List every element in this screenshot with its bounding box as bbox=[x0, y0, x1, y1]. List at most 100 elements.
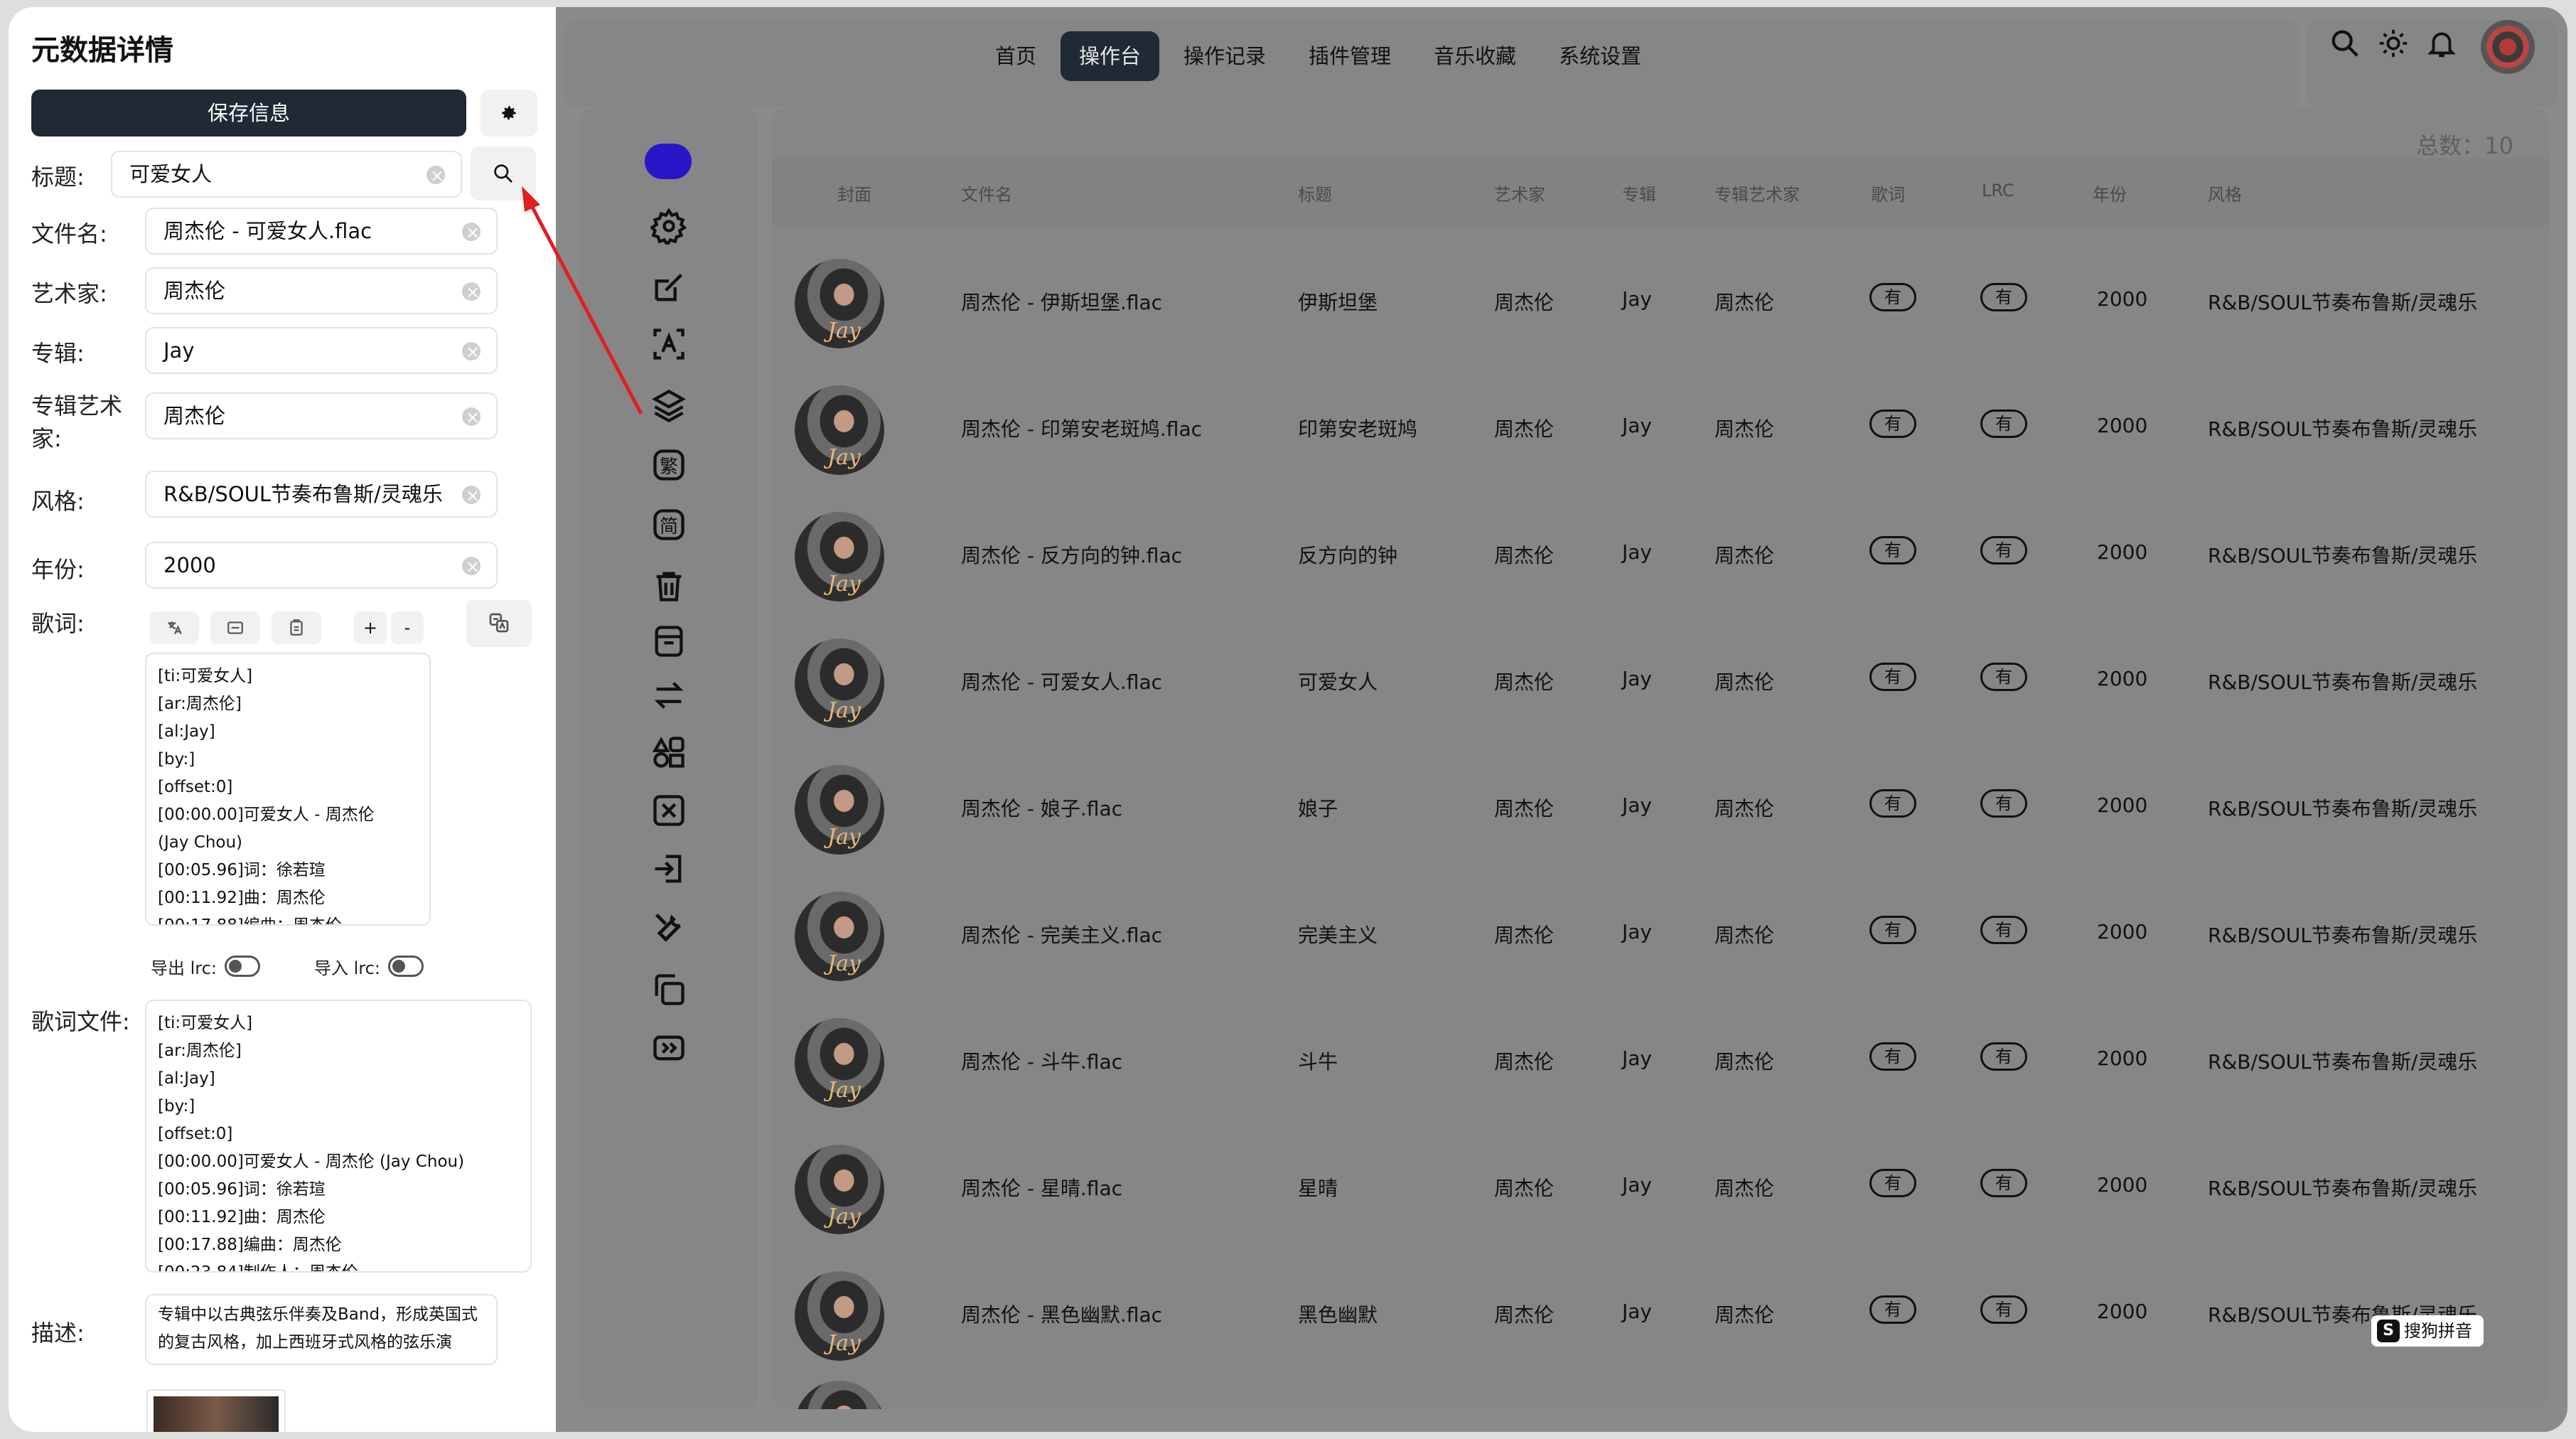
cell-filename: 周杰伦 - 黑色幽默.flac bbox=[961, 1303, 1162, 1327]
trash-icon[interactable] bbox=[650, 567, 687, 604]
cover-image: Jay bbox=[795, 638, 884, 728]
metadata-drawer: 元数据详情 保存信息 标题: 可爱女人 文件名: 周杰伦 - 可爱女人.flac… bbox=[9, 7, 556, 1432]
gear-icon[interactable] bbox=[650, 208, 687, 245]
lyrics-badge: 有 bbox=[1869, 1042, 1916, 1071]
table-row[interactable]: Jay 周杰伦 - 娘子.flac 娘子 周杰伦 Jay 周杰伦 2000 R&B/SOUL节… bbox=[772, 742, 2549, 869]
clear-icon[interactable] bbox=[462, 330, 481, 374]
cell-filename: 周杰伦 - 可爱女人.flac bbox=[961, 670, 1162, 694]
nav-plugins[interactable]: 插件管理 bbox=[1290, 31, 1410, 81]
col-lyrics[interactable]: 歌词 bbox=[1871, 181, 1905, 205]
shapes-icon[interactable] bbox=[650, 734, 687, 771]
genre-input[interactable]: R&B/SOUL节奏布鲁斯/灵魂乐 bbox=[145, 471, 498, 518]
col-genre[interactable]: 风格 bbox=[2208, 181, 2242, 205]
album-artist-input[interactable]: 周杰伦 bbox=[145, 392, 498, 439]
clear-icon[interactable] bbox=[462, 474, 481, 518]
import-lrc-toggle[interactable] bbox=[388, 956, 424, 977]
cell-artist: 周杰伦 bbox=[1494, 417, 1555, 441]
scan-icon[interactable] bbox=[650, 792, 687, 829]
sun-icon[interactable] bbox=[2377, 27, 2410, 60]
layers-icon[interactable] bbox=[650, 387, 687, 424]
import-icon[interactable] bbox=[650, 850, 687, 887]
clear-icon[interactable] bbox=[462, 210, 481, 255]
cell-year: 2000 bbox=[2097, 1300, 2148, 1323]
tools-icon[interactable] bbox=[650, 909, 687, 946]
nav-history[interactable]: 操作记录 bbox=[1165, 31, 1284, 81]
cell-genre: R&B/SOUL节奏布鲁斯/灵魂乐 bbox=[2208, 670, 2478, 694]
lyrics-convert-button[interactable] bbox=[466, 600, 532, 647]
cell-filename: 周杰伦 - 娘子.flac bbox=[961, 797, 1122, 820]
nav-favorites[interactable]: 音乐收藏 bbox=[1415, 31, 1535, 81]
drawer-settings-button[interactable] bbox=[481, 90, 537, 137]
clear-icon[interactable] bbox=[426, 154, 445, 198]
save-button[interactable]: 保存信息 bbox=[31, 90, 466, 137]
cell-filename: 周杰伦 - 反方向的钟.flac bbox=[961, 544, 1182, 567]
year-input[interactable]: 2000 bbox=[145, 542, 498, 589]
cell-year: 2000 bbox=[2097, 414, 2148, 437]
album-input[interactable]: Jay bbox=[145, 327, 498, 374]
clear-icon[interactable] bbox=[462, 270, 481, 314]
description-textarea[interactable]: 专辑中以古典弦乐伴奏及Band，形成英国式的复古风格，加上西班牙式风格的弦乐演 bbox=[145, 1294, 498, 1365]
swap-icon[interactable] bbox=[650, 677, 687, 714]
table-row[interactable]: Jay 周杰伦 - 完美主义.flac 完美主义 周杰伦 Jay 周杰伦 2000 R&B/S… bbox=[772, 869, 2549, 995]
text-recognize-icon[interactable] bbox=[650, 326, 687, 363]
search-metadata-button[interactable] bbox=[471, 146, 536, 200]
bell-icon[interactable] bbox=[2425, 27, 2458, 60]
lyrics-offset-minus-button[interactable]: - bbox=[391, 611, 424, 644]
edit-icon[interactable] bbox=[650, 269, 687, 306]
media-forward-icon[interactable] bbox=[650, 1029, 687, 1066]
search-icon[interactable] bbox=[2329, 27, 2361, 60]
artist-input[interactable]: 周杰伦 bbox=[145, 267, 498, 314]
table-row-partial[interactable]: Jay bbox=[772, 1358, 2549, 1409]
export-lrc-label: 导出 lrc: bbox=[151, 958, 217, 978]
col-year[interactable]: 年份 bbox=[2093, 181, 2127, 205]
cell-album-artist: 周杰伦 bbox=[1714, 797, 1775, 820]
lyrics-offset-plus-button[interactable]: + bbox=[354, 611, 387, 644]
lyrics-textarea[interactable]: [ti:可爱女人] [ar:周杰伦] [al:Jay] [by:] [offset:0]… bbox=[145, 653, 431, 926]
traditional-chinese-icon[interactable]: 繁 bbox=[650, 446, 687, 483]
lyrics-format-button[interactable] bbox=[210, 611, 260, 644]
col-filename[interactable]: 文件名 bbox=[961, 181, 1012, 205]
tool-sidebar: 繁 简 bbox=[579, 108, 758, 1409]
textbox-icon bbox=[227, 621, 243, 634]
cover-thumbnail[interactable] bbox=[146, 1389, 286, 1432]
lyrics-badge: 有 bbox=[1869, 1295, 1916, 1324]
clear-icon[interactable] bbox=[462, 395, 481, 439]
col-album-artist[interactable]: 专辑艺术家 bbox=[1714, 181, 1800, 205]
lyrics-badge: 有 bbox=[1869, 663, 1916, 691]
cell-album: Jay bbox=[1622, 540, 1652, 564]
table-row[interactable]: Jay 周杰伦 - 伊斯坦堡.flac 伊斯坦堡 周杰伦 Jay 周杰伦 2000 R&B/S… bbox=[772, 236, 2549, 363]
copy-icon[interactable] bbox=[650, 971, 687, 1008]
export-lrc-toggle[interactable] bbox=[225, 956, 260, 977]
nav-console[interactable]: 操作台 bbox=[1061, 31, 1160, 81]
clear-icon[interactable] bbox=[462, 545, 481, 589]
table-row[interactable]: Jay 周杰伦 - 印第安老斑鸠.flac 印第安老斑鸠 周杰伦 Jay 周杰伦 2000 R… bbox=[772, 363, 2549, 489]
col-cover[interactable]: 封面 bbox=[837, 181, 871, 205]
table-row[interactable]: Jay 周杰伦 - 黑色幽默.flac 黑色幽默 周杰伦 Jay 周杰伦 2000 R&B/S… bbox=[772, 1248, 2549, 1375]
simplified-chinese-icon[interactable]: 简 bbox=[650, 506, 687, 543]
filename-input[interactable]: 周杰伦 - 可爱女人.flac bbox=[145, 208, 498, 255]
col-lrc[interactable]: LRC bbox=[1982, 181, 2014, 200]
lrc-badge: 有 bbox=[1980, 1169, 2027, 1197]
cover-image: Jay bbox=[795, 765, 884, 855]
cell-album: Jay bbox=[1622, 1300, 1652, 1323]
language-icon bbox=[489, 613, 509, 633]
table-row[interactable]: Jay 周杰伦 - 星晴.flac 星晴 周杰伦 Jay 周杰伦 2000 R&B/SOUL节… bbox=[772, 1122, 2549, 1248]
nav-settings[interactable]: 系统设置 bbox=[1540, 31, 1660, 81]
lyric-file-textarea[interactable]: [ti:可爱女人] [ar:周杰伦] [al:Jay] [by:] [offset:0]… bbox=[145, 1000, 532, 1273]
nav-home[interactable]: 首页 bbox=[977, 31, 1055, 81]
table-row[interactable]: Jay 周杰伦 - 反方向的钟.flac 反方向的钟 周杰伦 Jay 周杰伦 2000 R&B… bbox=[772, 489, 2549, 616]
table-row[interactable]: Jay 周杰伦 - 斗牛.flac 斗牛 周杰伦 Jay 周杰伦 2000 R&B/SOUL节… bbox=[772, 995, 2549, 1122]
table-row[interactable]: Jay 周杰伦 - 可爱女人.flac 可爱女人 周杰伦 Jay 周杰伦 2000 R&B/S… bbox=[772, 616, 2549, 742]
cell-album: Jay bbox=[1622, 920, 1652, 943]
lyrics-paste-button[interactable] bbox=[272, 611, 321, 644]
lyrics-translate-button[interactable] bbox=[149, 611, 199, 644]
col-artist[interactable]: 艺术家 bbox=[1494, 181, 1545, 205]
col-album[interactable]: 专辑 bbox=[1622, 181, 1656, 205]
cell-album: Jay bbox=[1622, 414, 1652, 437]
active-tool-indicator bbox=[645, 144, 692, 179]
col-title[interactable]: 标题 bbox=[1298, 181, 1332, 205]
archive-icon[interactable] bbox=[650, 623, 687, 660]
title-input[interactable]: 可爱女人 bbox=[111, 151, 462, 198]
cell-genre: R&B/SOUL节奏布鲁斯/灵魂乐 bbox=[2208, 1177, 2478, 1200]
user-avatar[interactable] bbox=[2481, 20, 2535, 74]
